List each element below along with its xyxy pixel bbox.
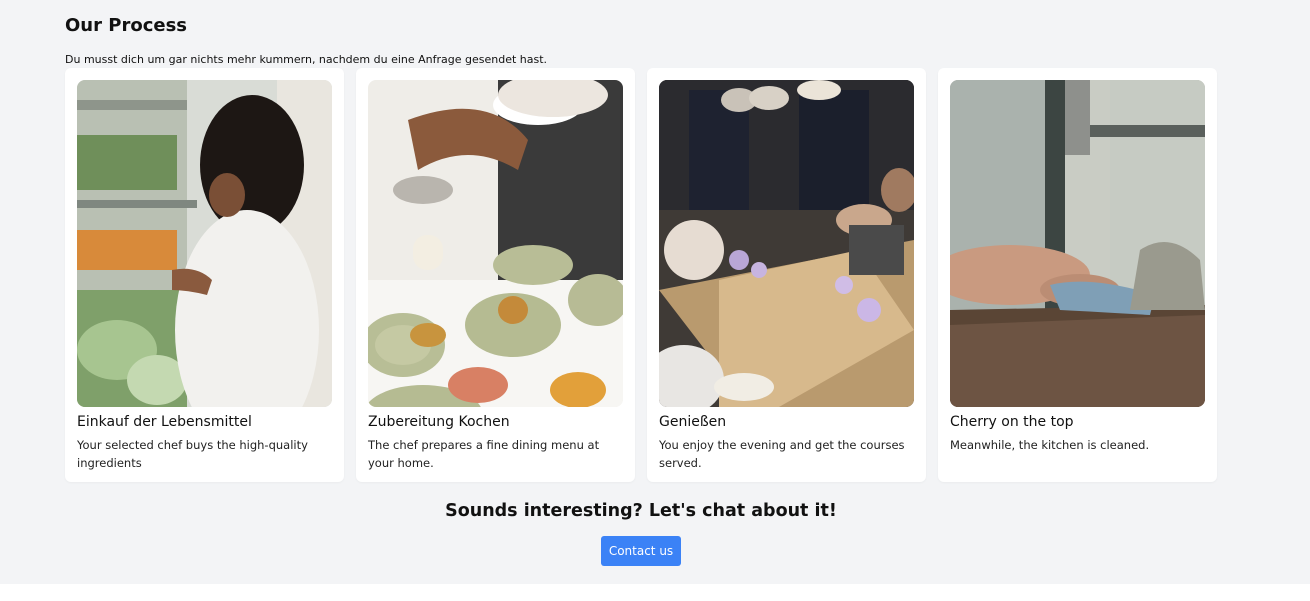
process-card-enjoy: Genießen You enjoy the evening and get t… <box>647 68 926 482</box>
section-title: Our Process <box>65 15 188 36</box>
kitchen-cleaning-image <box>950 80 1205 407</box>
card-title: Einkauf der Lebensmittel <box>77 414 252 430</box>
process-section: Our Process Du musst dich um gar nichts … <box>0 0 1310 584</box>
card-title: Genießen <box>659 414 727 430</box>
card-description: You enjoy the evening and get the course… <box>659 438 905 470</box>
grocery-shopping-image <box>77 80 332 407</box>
card-description: The chef prepares a fine dining menu at … <box>368 438 600 470</box>
card-title: Cherry on the top <box>950 414 1074 430</box>
card-description: Meanwhile, the kitchen is cleaned. <box>950 438 1150 452</box>
contact-us-button[interactable]: Contact us <box>601 536 681 566</box>
dinner-table-image <box>659 80 914 407</box>
process-card-cleaning: Cherry on the top Meanwhile, the kitchen… <box>938 68 1217 482</box>
card-description: Your selected chef buys the high-quality… <box>77 438 308 470</box>
process-card-cooking: Zubereitung Kochen The chef prepares a f… <box>356 68 635 482</box>
cta-heading: Sounds interesting? Let's chat about it! <box>445 501 837 521</box>
chef-plating-image <box>368 80 623 407</box>
process-card-shopping: Einkauf der Lebensmittel Your selected c… <box>65 68 344 482</box>
card-title: Zubereitung Kochen <box>368 414 510 430</box>
section-subtitle: Du musst dich um gar nichts mehr kummern… <box>65 53 548 66</box>
